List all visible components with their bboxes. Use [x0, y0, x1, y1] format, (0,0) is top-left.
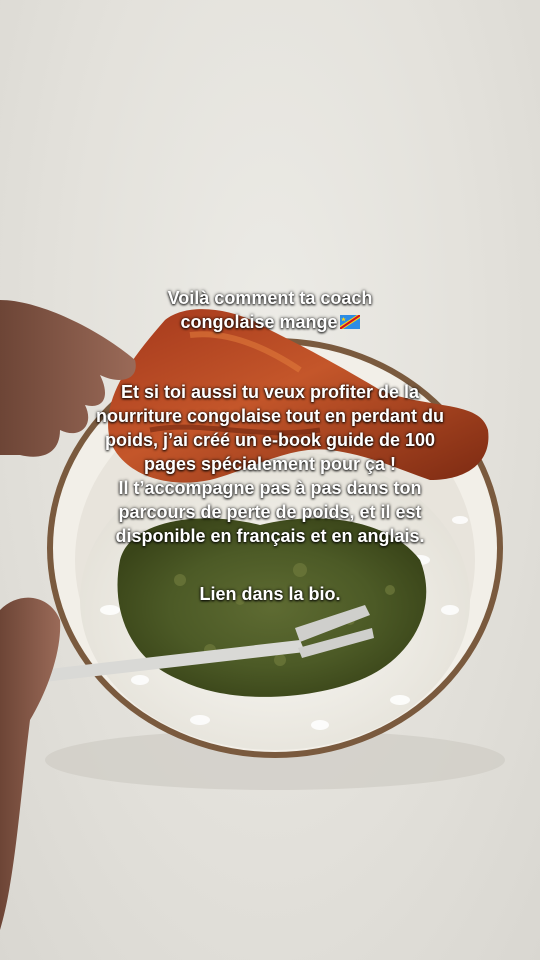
- caption-title-line-2-text: congolaise mange: [180, 312, 338, 332]
- caption-body: Et si toi aussi tu veux profiter de la n…: [40, 380, 500, 548]
- caption-body-line: parcours de perte de poids, et il est: [118, 502, 422, 522]
- caption-title: Voilà comment ta coach congolaise mange: [40, 286, 500, 334]
- caption-body-line: disponible en français et en anglais.: [115, 526, 425, 546]
- caption-body-line: nourriture congolaise tout en perdant du: [95, 406, 444, 426]
- caption-body-line: Il t’accompagne pas à pas dans ton: [118, 478, 422, 498]
- caption-title-line-2: congolaise mange: [40, 310, 500, 334]
- bio-link-text: Lien dans la bio.: [199, 584, 341, 604]
- caption-body-line: poids, j’ai créé un e-book guide de 100: [104, 430, 436, 450]
- caption-title-line-1: Voilà comment ta coach: [167, 288, 373, 308]
- flag-drc-icon: [339, 315, 360, 329]
- caption-body-line: Et si toi aussi tu veux profiter de la: [120, 382, 420, 402]
- caption-cta: Lien dans la bio.: [40, 582, 500, 606]
- caption-body-line: pages spécialement pour ça !: [143, 454, 397, 474]
